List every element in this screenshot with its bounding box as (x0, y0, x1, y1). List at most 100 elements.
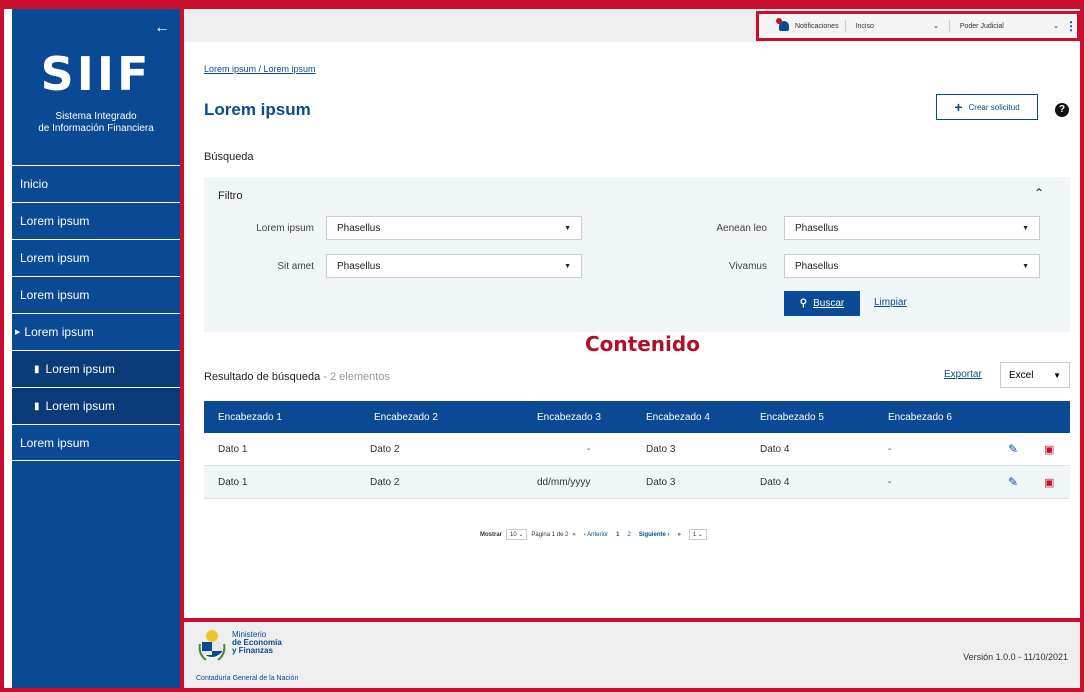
column-header[interactable]: Encabezado 5 (760, 412, 824, 423)
sidebar-item-expandable[interactable]: ▶ Lorem ipsum (12, 313, 180, 350)
goto-page-select[interactable]: 1 ⌄ (688, 529, 707, 540)
sidebar-item[interactable]: Lorem ipsum (12, 239, 180, 276)
separator (844, 20, 846, 32)
caret-down-icon: ▼ (1022, 224, 1029, 232)
results-title: Resultado de búsqueda - 2 elementos (204, 371, 390, 383)
breadcrumb[interactable]: Lorem ipsum / Lorem ipsum (204, 64, 316, 74)
table-cell: - (587, 443, 591, 455)
document-icon: ▮ (34, 400, 40, 412)
last-page-button[interactable]: » (677, 532, 680, 538)
notifications-button[interactable]: Notificaciones (776, 18, 839, 31)
caret-down-icon: ▼ (564, 224, 571, 232)
help-icon[interactable]: ? (1055, 103, 1069, 117)
trash-icon[interactable]: ▣ (1044, 443, 1054, 456)
edit-icon[interactable]: ✎ (1008, 475, 1018, 489)
footer: Ministerio de Economía y Finanzas Contad… (184, 622, 1080, 688)
chevron-up-icon[interactable]: ⌃ (1034, 186, 1044, 200)
trash-icon[interactable]: ▣ (1044, 476, 1054, 489)
pager-mostrar-label: Mostrar (480, 531, 503, 538)
crear-solicitud-button[interactable]: + Crear solicitud (936, 94, 1038, 120)
ministerio-logo-text: Ministerio de Economía y Finanzas (232, 630, 282, 655)
sidebar-item[interactable]: Lorem ipsum (12, 202, 180, 239)
table-cell: Dato 3 (646, 476, 676, 488)
field-label: Sit amet (277, 261, 314, 272)
field-select-3[interactable]: Phasellus ▼ (326, 254, 582, 278)
chevron-down-icon: ⌄ (932, 23, 939, 30)
poder-select[interactable]: Poder Judicial ⌄ (956, 22, 1063, 31)
table-header: Encabezado 1 Encabezado 2 Encabezado 3 E… (204, 401, 1070, 433)
limpiar-link[interactable]: Limpiar (874, 297, 907, 308)
edit-icon[interactable]: ✎ (1008, 442, 1018, 456)
column-header[interactable]: Encabezado 3 (537, 412, 601, 423)
field-select-1[interactable]: Phasellus ▼ (326, 216, 582, 240)
table-row: Dato 1 Dato 2 - Dato 3 Dato 4 - ✎ ▣ (204, 433, 1070, 466)
column-header[interactable]: Encabezado 4 (646, 412, 710, 423)
caret-down-icon: ▼ (564, 262, 571, 270)
bottom-frame-line (0, 688, 1084, 692)
caret-down-icon: ▼ (1022, 262, 1029, 270)
buscar-button[interactable]: ⚲ Buscar (784, 291, 860, 316)
column-header[interactable]: Encabezado 6 (888, 412, 952, 423)
sidebar-item[interactable]: Lorem ipsum (12, 276, 180, 313)
sidebar-menu: Inicio Lorem ipsum Lorem ipsum Lorem ips… (12, 165, 180, 461)
previous-page-button[interactable]: ‹ Anterior (584, 532, 608, 538)
column-header[interactable]: Encabezado 1 (218, 412, 282, 423)
page-title: Lorem ipsum (204, 100, 311, 119)
version-label: Versión 1.0.0 - 11/10/2021 (963, 652, 1068, 662)
pagination: Mostrar 10 ⌄ Página 1 de 2 « ‹ Anterior … (480, 529, 711, 540)
table-cell: Dato 4 (760, 476, 790, 488)
coat-of-arms-logo (198, 630, 226, 661)
back-arrow-icon[interactable]: ← (154, 19, 170, 37)
first-page-button[interactable]: « (572, 532, 575, 538)
contaduria-label: Contaduría General de la Nación (196, 675, 299, 682)
document-icon: ▮ (34, 363, 40, 375)
search-section-title: Búsqueda (204, 151, 254, 163)
next-page-button[interactable]: Siguiente › (639, 532, 670, 538)
sidebar-item[interactable]: Lorem ipsum (12, 424, 180, 461)
table-cell: dd/mm/yyyy (537, 476, 591, 488)
page-size-select[interactable]: 10 ⌄ (506, 529, 528, 540)
filter-title: Filtro (218, 190, 243, 202)
sidebar: ← SIIF Sistema Integrado de Información … (12, 9, 180, 692)
table-cell: - (888, 476, 892, 488)
field-select-2[interactable]: Phasellus ▼ (784, 216, 1040, 240)
table-cell: Dato 3 (646, 443, 676, 455)
more-vertical-icon[interactable]: ⋮ (1065, 19, 1077, 33)
table-cell: Dato 1 (218, 476, 248, 488)
field-select-4[interactable]: Phasellus ▼ (784, 254, 1040, 278)
table-cell: Dato 2 (370, 476, 400, 488)
search-icon: ⚲ (799, 298, 808, 309)
filter-panel: Filtro ⌃ Lorem ipsum Phasellus ▼ Aenean l… (204, 177, 1070, 332)
export-format-select[interactable]: Excel ▼ (1000, 362, 1070, 388)
bell-icon (776, 18, 789, 31)
table-cell: Dato 2 (370, 443, 400, 455)
exportar-link[interactable]: Exportar (944, 369, 982, 380)
sidebar-subitem[interactable]: ▮ Lorem ipsum (12, 350, 180, 387)
field-label: Aenean leo (716, 223, 767, 234)
page-2-button[interactable]: 2 (627, 532, 630, 538)
caret-right-icon: ▶ (15, 329, 21, 336)
results-count: - 2 elementos (320, 371, 390, 383)
inciso-select[interactable]: Inciso ⌄ (852, 22, 943, 31)
table-cell: Dato 1 (218, 443, 248, 455)
table-row: Dato 1 Dato 2 dd/mm/yyyy Dato 3 Dato 4 -… (204, 466, 1070, 499)
table-cell: Dato 4 (760, 443, 790, 455)
page-indicator: Página 1 de 2 (531, 531, 569, 538)
app-logo: SIIF (40, 47, 152, 101)
chevron-down-icon: ⌄ (1053, 23, 1059, 30)
column-header[interactable]: Encabezado 2 (374, 412, 438, 423)
page-1-button[interactable]: 1 (616, 532, 619, 538)
notification-badge (776, 18, 782, 24)
table-cell: - (888, 443, 892, 455)
contenido-label: Contenido (585, 332, 700, 356)
sidebar-item-inicio[interactable]: Inicio (12, 165, 180, 202)
sidebar-divider (180, 9, 184, 692)
field-label: Lorem ipsum (256, 223, 314, 234)
field-label: Vivamus (728, 261, 767, 272)
sidebar-subitem[interactable]: ▮ Lorem ipsum (12, 387, 180, 424)
results-table: Encabezado 1 Encabezado 2 Encabezado 3 E… (204, 401, 1070, 499)
separator (948, 20, 950, 32)
top-bar-controls: Notificaciones Inciso ⌄ Poder Judicial ⌄ ⋮ (756, 11, 1080, 41)
app-subtitle: Sistema Integrado de Información Financi… (38, 111, 154, 134)
caret-down-icon: ▼ (1053, 370, 1061, 380)
